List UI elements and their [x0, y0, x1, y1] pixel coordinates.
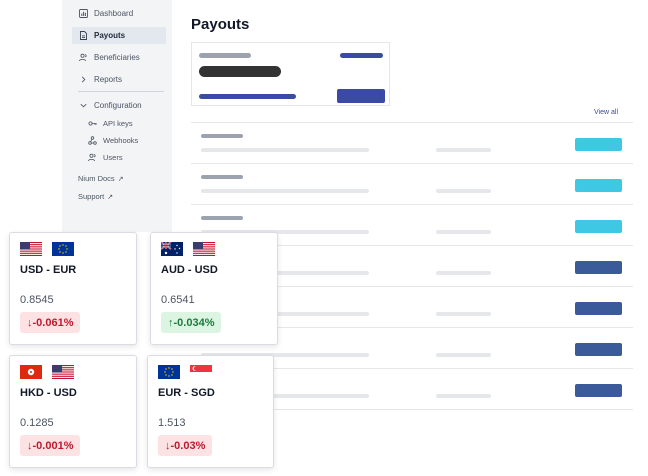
- row-status-button[interactable]: [575, 384, 622, 397]
- chevron-right-icon: [79, 75, 88, 84]
- page-title: Payouts: [191, 16, 250, 33]
- exchange-rate: 0.8545: [20, 294, 54, 306]
- rate-change-badge: ↑-0.034%: [161, 312, 222, 333]
- currency-pair: HKD - USD: [20, 387, 77, 399]
- sidebar-item-label: Payouts: [94, 31, 126, 40]
- fx-card-eur-sgd[interactable]: EUR - SGD 1.513 ↓-0.03%: [147, 355, 274, 468]
- skeleton-cell: [436, 189, 491, 193]
- view-all-link[interactable]: View all: [594, 109, 618, 116]
- support-label: Support: [78, 192, 105, 201]
- row-status-button[interactable]: [575, 302, 622, 315]
- exchange-rate: 0.1285: [20, 417, 54, 429]
- currency-pair: EUR - SGD: [158, 387, 215, 399]
- skeleton-cell: [201, 148, 369, 152]
- table-row[interactable]: [191, 123, 633, 164]
- eu-flag-icon: [52, 242, 74, 256]
- sidebar-item-beneficiaries[interactable]: Beneficiaries: [72, 49, 166, 66]
- skeleton-amount: [199, 66, 281, 77]
- sidebar-item-label: Reports: [94, 75, 123, 84]
- sidebar-item-payouts[interactable]: Payouts: [72, 27, 166, 44]
- sidebar-item-label: Beneficiaries: [94, 53, 140, 62]
- rate-change-badge: ↓-0.001%: [20, 435, 81, 456]
- skeleton-cell: [201, 134, 243, 138]
- summary-action-button[interactable]: [337, 89, 385, 103]
- exchange-rate: 1.513: [158, 417, 186, 429]
- rate-change-badge: ↓-0.061%: [20, 312, 81, 333]
- skeleton-cell: [436, 394, 491, 398]
- chevron-down-icon: [79, 101, 88, 110]
- table-row[interactable]: [191, 164, 633, 205]
- sidebar-subitem-label: API keys: [103, 118, 133, 128]
- sidebar-item-dashboard[interactable]: Dashboard: [72, 5, 166, 22]
- currency-pair: USD - EUR: [20, 264, 77, 276]
- row-status-button[interactable]: [575, 343, 622, 356]
- skeleton-cell: [436, 230, 491, 234]
- nium-docs-link[interactable]: Nium Docs ↗: [78, 174, 124, 183]
- sidebar: Dashboard Payouts Beneficiaries Reports …: [62, 0, 172, 232]
- row-status-button[interactable]: [575, 179, 622, 192]
- sidebar-subitem-label: Users: [103, 152, 123, 162]
- webhook-icon: [88, 135, 97, 145]
- sidebar-item-configuration[interactable]: Configuration: [72, 97, 166, 114]
- sidebar-subitem-label: Webhooks: [103, 135, 139, 145]
- sidebar-subitem-webhooks[interactable]: Webhooks: [88, 134, 138, 146]
- sidebar-item-reports[interactable]: Reports: [72, 71, 166, 88]
- skeleton-cell: [436, 353, 491, 357]
- us-flag-icon: [193, 242, 215, 256]
- sidebar-item-label: Configuration: [94, 101, 142, 110]
- skeleton-cell: [201, 175, 243, 179]
- support-link[interactable]: Support ↗: [78, 192, 113, 201]
- sidebar-divider: [78, 91, 164, 92]
- exchange-rate: 0.6541: [161, 294, 195, 306]
- skeleton-cell: [436, 271, 491, 275]
- us-flag-icon: [52, 365, 74, 379]
- us-flag-icon: [20, 242, 42, 256]
- fx-card-hkd-usd[interactable]: HKD - USD 0.1285 ↓-0.001%: [9, 355, 137, 468]
- fx-card-usd-eur[interactable]: USD - EUR 0.8545 ↓-0.061%: [9, 232, 137, 345]
- external-link-icon: ↗: [107, 194, 114, 201]
- hk-flag-icon: [20, 365, 42, 379]
- key-icon: [88, 119, 97, 128]
- skeleton-cell: [201, 189, 369, 193]
- external-link-icon: ↗: [117, 176, 124, 183]
- summary-card: [191, 42, 390, 106]
- skeleton-cell: [436, 148, 491, 152]
- row-status-button[interactable]: [575, 138, 622, 151]
- row-status-button[interactable]: [575, 261, 622, 274]
- users-icon: [88, 153, 97, 162]
- fx-card-aud-usd[interactable]: AUD - USD 0.6541 ↑-0.034%: [150, 232, 278, 345]
- nium-docs-label: Nium Docs: [78, 174, 115, 183]
- skeleton-cell: [436, 312, 491, 316]
- currency-pair: AUD - USD: [161, 264, 218, 276]
- dashboard-icon: [79, 9, 88, 18]
- sidebar-item-label: Dashboard: [94, 9, 134, 18]
- skeleton-cell: [201, 216, 243, 220]
- sg-flag-icon: [190, 365, 212, 379]
- users-icon: [79, 53, 88, 62]
- skeleton-label: [199, 53, 251, 58]
- skeleton-progress: [199, 94, 296, 99]
- rate-change-badge: ↓-0.03%: [158, 435, 213, 456]
- eu-flag-icon: [158, 365, 180, 379]
- skeleton-link: [340, 53, 383, 58]
- row-status-button[interactable]: [575, 220, 622, 233]
- sidebar-subitem-api-keys[interactable]: API keys: [88, 117, 133, 129]
- document-icon: [79, 31, 88, 40]
- sidebar-subitem-users[interactable]: Users: [88, 151, 123, 163]
- au-flag-icon: [161, 242, 183, 256]
